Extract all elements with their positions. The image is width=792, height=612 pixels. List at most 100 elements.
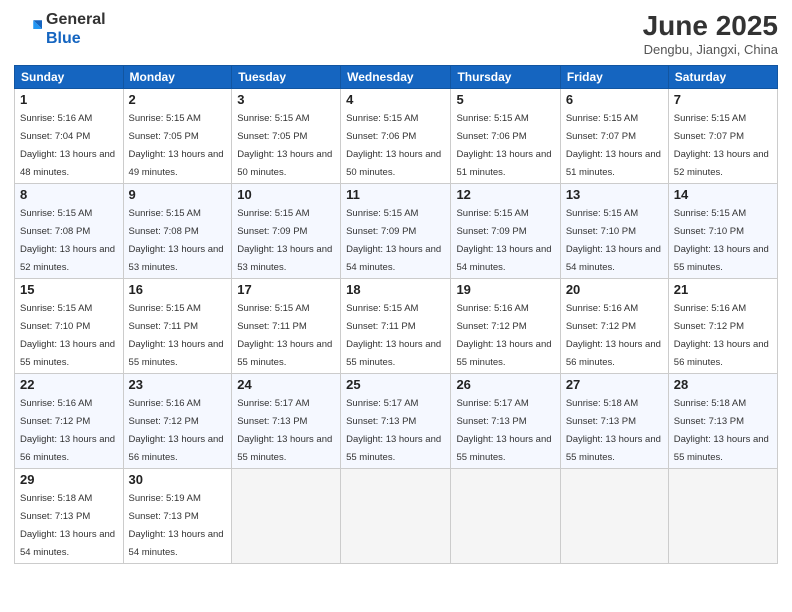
- day-info: Sunrise: 5:15 AMSunset: 7:08 PMDaylight:…: [20, 208, 115, 273]
- calendar-cell: 17 Sunrise: 5:15 AMSunset: 7:11 PMDaylig…: [232, 279, 341, 374]
- day-number: 10: [237, 187, 335, 202]
- calendar-cell: [560, 469, 668, 564]
- calendar-cell: 26 Sunrise: 5:17 AMSunset: 7:13 PMDaylig…: [451, 374, 560, 469]
- calendar-cell: 11 Sunrise: 5:15 AMSunset: 7:09 PMDaylig…: [341, 184, 451, 279]
- day-number: 27: [566, 377, 663, 392]
- day-number: 13: [566, 187, 663, 202]
- day-number: 12: [456, 187, 554, 202]
- calendar-cell: 6 Sunrise: 5:15 AMSunset: 7:07 PMDayligh…: [560, 89, 668, 184]
- day-info: Sunrise: 5:18 AMSunset: 7:13 PMDaylight:…: [20, 493, 115, 558]
- day-info: Sunrise: 5:17 AMSunset: 7:13 PMDaylight:…: [456, 398, 551, 463]
- day-info: Sunrise: 5:15 AMSunset: 7:05 PMDaylight:…: [129, 113, 224, 178]
- calendar-header-saturday: Saturday: [668, 66, 777, 89]
- day-number: 28: [674, 377, 772, 392]
- calendar-cell: 14 Sunrise: 5:15 AMSunset: 7:10 PMDaylig…: [668, 184, 777, 279]
- day-number: 15: [20, 282, 118, 297]
- calendar-cell: 12 Sunrise: 5:15 AMSunset: 7:09 PMDaylig…: [451, 184, 560, 279]
- day-info: Sunrise: 5:16 AMSunset: 7:12 PMDaylight:…: [129, 398, 224, 463]
- day-number: 17: [237, 282, 335, 297]
- calendar-cell: 15 Sunrise: 5:15 AMSunset: 7:10 PMDaylig…: [15, 279, 124, 374]
- calendar-cell: 22 Sunrise: 5:16 AMSunset: 7:12 PMDaylig…: [15, 374, 124, 469]
- calendar-header-tuesday: Tuesday: [232, 66, 341, 89]
- header: General Blue June 2025 Dengbu, Jiangxi, …: [14, 10, 778, 57]
- calendar-cell: [341, 469, 451, 564]
- day-info: Sunrise: 5:15 AMSunset: 7:11 PMDaylight:…: [129, 303, 224, 368]
- day-number: 7: [674, 92, 772, 107]
- calendar-header-monday: Monday: [123, 66, 232, 89]
- day-number: 9: [129, 187, 227, 202]
- day-number: 11: [346, 187, 445, 202]
- calendar-cell: 4 Sunrise: 5:15 AMSunset: 7:06 PMDayligh…: [341, 89, 451, 184]
- day-info: Sunrise: 5:16 AMSunset: 7:12 PMDaylight:…: [566, 303, 661, 368]
- day-info: Sunrise: 5:15 AMSunset: 7:06 PMDaylight:…: [456, 113, 551, 178]
- day-info: Sunrise: 5:15 AMSunset: 7:07 PMDaylight:…: [566, 113, 661, 178]
- day-number: 4: [346, 92, 445, 107]
- calendar-cell: [232, 469, 341, 564]
- calendar-cell: 28 Sunrise: 5:18 AMSunset: 7:13 PMDaylig…: [668, 374, 777, 469]
- day-info: Sunrise: 5:16 AMSunset: 7:12 PMDaylight:…: [20, 398, 115, 463]
- calendar-cell: 8 Sunrise: 5:15 AMSunset: 7:08 PMDayligh…: [15, 184, 124, 279]
- day-info: Sunrise: 5:15 AMSunset: 7:11 PMDaylight:…: [346, 303, 441, 368]
- logo-blue: Blue: [46, 30, 81, 47]
- logo: General Blue: [14, 10, 106, 48]
- calendar-cell: 27 Sunrise: 5:18 AMSunset: 7:13 PMDaylig…: [560, 374, 668, 469]
- day-info: Sunrise: 5:15 AMSunset: 7:10 PMDaylight:…: [20, 303, 115, 368]
- day-info: Sunrise: 5:15 AMSunset: 7:07 PMDaylight:…: [674, 113, 769, 178]
- day-info: Sunrise: 5:15 AMSunset: 7:09 PMDaylight:…: [237, 208, 332, 273]
- calendar-header-thursday: Thursday: [451, 66, 560, 89]
- calendar-cell: 29 Sunrise: 5:18 AMSunset: 7:13 PMDaylig…: [15, 469, 124, 564]
- calendar-header-friday: Friday: [560, 66, 668, 89]
- calendar-cell: 19 Sunrise: 5:16 AMSunset: 7:12 PMDaylig…: [451, 279, 560, 374]
- day-number: 19: [456, 282, 554, 297]
- page: General Blue June 2025 Dengbu, Jiangxi, …: [0, 0, 792, 612]
- calendar-cell: 3 Sunrise: 5:15 AMSunset: 7:05 PMDayligh…: [232, 89, 341, 184]
- calendar-cell: [668, 469, 777, 564]
- calendar-cell: 24 Sunrise: 5:17 AMSunset: 7:13 PMDaylig…: [232, 374, 341, 469]
- day-info: Sunrise: 5:16 AMSunset: 7:04 PMDaylight:…: [20, 113, 115, 178]
- calendar-header-sunday: Sunday: [15, 66, 124, 89]
- day-info: Sunrise: 5:19 AMSunset: 7:13 PMDaylight:…: [129, 493, 224, 558]
- calendar-cell: 5 Sunrise: 5:15 AMSunset: 7:06 PMDayligh…: [451, 89, 560, 184]
- day-info: Sunrise: 5:17 AMSunset: 7:13 PMDaylight:…: [237, 398, 332, 463]
- day-number: 5: [456, 92, 554, 107]
- calendar-cell: 13 Sunrise: 5:15 AMSunset: 7:10 PMDaylig…: [560, 184, 668, 279]
- calendar-week-1: 1 Sunrise: 5:16 AMSunset: 7:04 PMDayligh…: [15, 89, 778, 184]
- calendar-week-3: 15 Sunrise: 5:15 AMSunset: 7:10 PMDaylig…: [15, 279, 778, 374]
- calendar-cell: 2 Sunrise: 5:15 AMSunset: 7:05 PMDayligh…: [123, 89, 232, 184]
- day-number: 25: [346, 377, 445, 392]
- calendar: SundayMondayTuesdayWednesdayThursdayFrid…: [14, 65, 778, 564]
- calendar-cell: 18 Sunrise: 5:15 AMSunset: 7:11 PMDaylig…: [341, 279, 451, 374]
- logo-icon: [14, 15, 42, 43]
- day-number: 30: [129, 472, 227, 487]
- logo-general: General: [46, 11, 106, 28]
- day-number: 23: [129, 377, 227, 392]
- calendar-header-wednesday: Wednesday: [341, 66, 451, 89]
- calendar-cell: 21 Sunrise: 5:16 AMSunset: 7:12 PMDaylig…: [668, 279, 777, 374]
- calendar-cell: 16 Sunrise: 5:15 AMSunset: 7:11 PMDaylig…: [123, 279, 232, 374]
- day-info: Sunrise: 5:15 AMSunset: 7:05 PMDaylight:…: [237, 113, 332, 178]
- day-number: 14: [674, 187, 772, 202]
- day-number: 6: [566, 92, 663, 107]
- calendar-cell: 9 Sunrise: 5:15 AMSunset: 7:08 PMDayligh…: [123, 184, 232, 279]
- day-info: Sunrise: 5:15 AMSunset: 7:10 PMDaylight:…: [566, 208, 661, 273]
- calendar-cell: 10 Sunrise: 5:15 AMSunset: 7:09 PMDaylig…: [232, 184, 341, 279]
- day-number: 20: [566, 282, 663, 297]
- calendar-cell: 25 Sunrise: 5:17 AMSunset: 7:13 PMDaylig…: [341, 374, 451, 469]
- day-number: 3: [237, 92, 335, 107]
- day-info: Sunrise: 5:15 AMSunset: 7:06 PMDaylight:…: [346, 113, 441, 178]
- day-number: 2: [129, 92, 227, 107]
- location: Dengbu, Jiangxi, China: [643, 42, 778, 57]
- calendar-cell: [451, 469, 560, 564]
- day-number: 21: [674, 282, 772, 297]
- calendar-cell: 7 Sunrise: 5:15 AMSunset: 7:07 PMDayligh…: [668, 89, 777, 184]
- day-number: 16: [129, 282, 227, 297]
- day-number: 26: [456, 377, 554, 392]
- day-number: 18: [346, 282, 445, 297]
- month-title: June 2025: [643, 10, 778, 42]
- calendar-cell: 23 Sunrise: 5:16 AMSunset: 7:12 PMDaylig…: [123, 374, 232, 469]
- day-number: 1: [20, 92, 118, 107]
- logo-text: General Blue: [46, 10, 106, 48]
- day-info: Sunrise: 5:15 AMSunset: 7:08 PMDaylight:…: [129, 208, 224, 273]
- day-info: Sunrise: 5:16 AMSunset: 7:12 PMDaylight:…: [456, 303, 551, 368]
- day-info: Sunrise: 5:15 AMSunset: 7:09 PMDaylight:…: [346, 208, 441, 273]
